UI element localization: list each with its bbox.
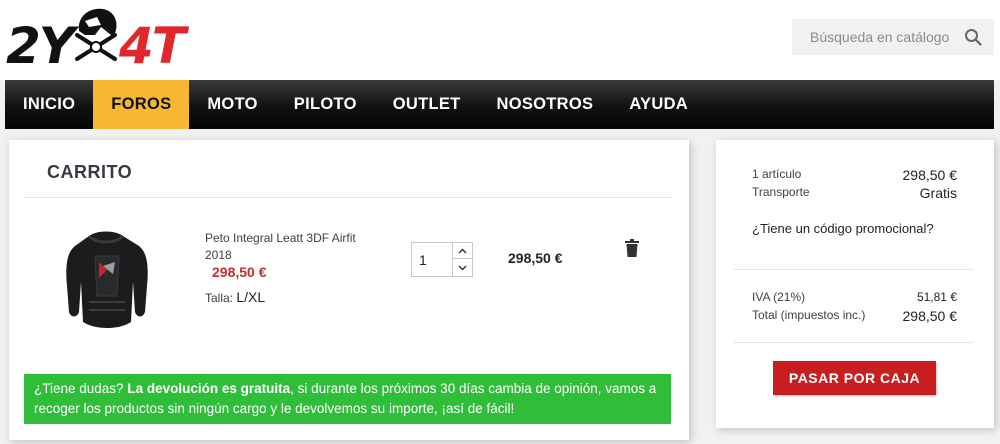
- summary-items-row: 1 artículo 298,50 €: [752, 167, 957, 183]
- total-label: Total (impuestos inc.): [752, 308, 866, 322]
- divider: [734, 269, 974, 270]
- chevron-up-icon: [458, 247, 467, 254]
- tax-value: 51,81 €: [916, 290, 957, 304]
- divider: [734, 342, 974, 343]
- notice-lead: ¿Tiene dudas?: [34, 381, 124, 396]
- notice-bold: La devolución es gratuita: [127, 381, 291, 396]
- attribute-label: Talla:: [205, 291, 234, 305]
- search-icon[interactable]: [964, 28, 982, 46]
- cart-title: CARRITO: [47, 162, 133, 182]
- quantity-stepper: [411, 242, 473, 277]
- nav-item-outlet[interactable]: OUTLET: [375, 80, 479, 129]
- promo-code-link[interactable]: ¿Tiene un código promocional?: [752, 221, 934, 236]
- logo-text: 2Y 4T: [6, 5, 186, 71]
- trash-icon[interactable]: [625, 239, 639, 257]
- returns-notice: ¿Tiene dudas? La devolución es gratuita,…: [24, 374, 671, 424]
- summary-total-row: Total (impuestos inc.) 298,50 €: [752, 308, 957, 324]
- items-value: 298,50 €: [902, 167, 958, 183]
- product-price: 298,50 €: [212, 264, 267, 280]
- cart-summary: 1 artículo 298,50 € Transporte Gratis ¿T…: [716, 140, 994, 428]
- logo[interactable]: 2Y 4T: [6, 4, 236, 72]
- search-box: [792, 19, 994, 55]
- search-input[interactable]: [810, 29, 960, 45]
- nav-item-piloto[interactable]: PILOTO: [276, 80, 375, 129]
- tax-label: IVA (21%): [752, 290, 806, 304]
- summary-tax-row: IVA (21%) 51,81 €: [752, 290, 957, 304]
- product-attribute: Talla: L/XL: [205, 289, 265, 305]
- cart-panel: CARRITO Peto Integral Leatt 3DF Airfit 2…: [9, 140, 689, 440]
- quantity-decrease-button[interactable]: [452, 259, 472, 276]
- nav-item-ayuda[interactable]: AYUDA: [611, 80, 706, 129]
- quantity-increase-button[interactable]: [452, 243, 472, 259]
- main-nav: INICIO FOROS MOTO PILOTO OUTLET NOSOTROS…: [5, 80, 994, 129]
- nav-item-moto[interactable]: MOTO: [189, 80, 275, 129]
- checkout-button[interactable]: PASAR POR CAJA: [773, 361, 936, 395]
- attribute-value: L/XL: [236, 289, 266, 305]
- product-image[interactable]: [59, 226, 154, 332]
- chevron-down-icon: [458, 264, 467, 271]
- nav-item-nosotros[interactable]: NOSOTROS: [479, 80, 612, 129]
- total-value: 298,50 €: [902, 308, 958, 324]
- nav-item-inicio[interactable]: INICIO: [5, 80, 93, 129]
- shipping-label: Transporte: [752, 185, 810, 199]
- line-total: 298,50 €: [508, 250, 563, 266]
- shipping-value: Gratis: [919, 185, 957, 201]
- header: 2Y 4T: [0, 0, 1000, 80]
- quantity-input[interactable]: [412, 243, 452, 276]
- divider: [25, 197, 671, 198]
- summary-shipping-row: Transporte Gratis: [752, 185, 957, 201]
- nav-item-foros[interactable]: FOROS: [93, 80, 190, 129]
- items-label: 1 artículo: [752, 167, 802, 181]
- product-name[interactable]: Peto Integral Leatt 3DF Airfit 2018: [205, 230, 380, 264]
- helmet-logo-icon: [71, 5, 121, 63]
